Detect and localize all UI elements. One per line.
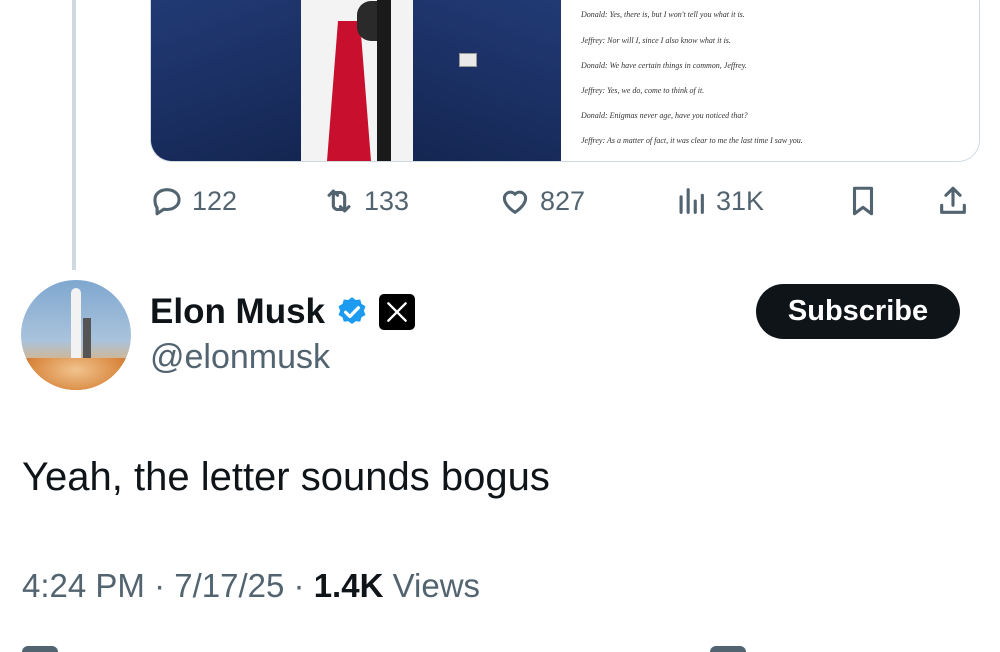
post-text: Yeah, the letter sounds bogus <box>22 455 550 499</box>
post-metadata: 4:24 PM · 7/17/25 · 1.4K Views <box>22 567 480 605</box>
reply-icon <box>153 188 181 216</box>
like-button[interactable]: 827 <box>498 178 585 224</box>
quoted-media-card[interactable]: Donald: Yes, there is, but I won't tell … <box>150 0 980 162</box>
photo-lapel-pin <box>459 53 477 67</box>
meta-separator: · <box>293 567 305 604</box>
author-handle[interactable]: @elonmusk <box>150 338 330 377</box>
quoted-post-action-bar: 122 133 827 31K <box>150 178 980 224</box>
media-letter-image[interactable]: Donald: Yes, there is, but I won't tell … <box>561 0 979 161</box>
views-button[interactable]: 31K <box>674 178 764 224</box>
share-button[interactable] <box>936 178 970 224</box>
photo-suit-left <box>151 0 301 161</box>
x-affiliate-badge-icon[interactable] <box>379 294 416 330</box>
views-count: 31K <box>716 185 765 216</box>
next-action-bar-partial <box>0 640 1000 652</box>
post-views-label: Views <box>392 567 481 604</box>
post-views-count[interactable]: 1.4K <box>314 567 384 604</box>
views-icon <box>679 188 704 214</box>
reply-button[interactable]: 122 <box>150 178 237 224</box>
letter-line: Jeffrey: Nor will I, since I also know w… <box>581 36 731 45</box>
repost-icon <box>327 189 351 213</box>
author-name[interactable]: Elon Musk <box>150 292 325 332</box>
partial-bookmark-icon <box>710 646 746 652</box>
partial-reply-icon <box>22 646 58 652</box>
avatar-exhaust-smoke <box>21 358 131 390</box>
letter-line: Jeffrey: Yes, we do, come to think of it… <box>581 86 705 95</box>
bookmark-icon <box>852 186 874 216</box>
share-icon <box>940 186 966 214</box>
photo-suit-right <box>413 0 561 161</box>
letter-line: Jeffrey: As a matter of fact, it was cle… <box>581 136 803 145</box>
like-icon <box>502 190 528 214</box>
media-photo[interactable] <box>151 0 561 161</box>
post-time[interactable]: 4:24 PM <box>22 567 145 604</box>
like-count: 827 <box>540 185 586 216</box>
repost-button[interactable]: 133 <box>322 178 409 224</box>
letter-line: Donald: Enigmas never age, have you noti… <box>581 111 748 120</box>
letter-line: Donald: We have certain things in common… <box>581 61 747 70</box>
meta-separator: · <box>154 567 166 604</box>
author-name-row: Elon Musk <box>150 290 416 334</box>
letter-line: Donald: Yes, there is, but I won't tell … <box>581 10 745 19</box>
photo-mic-stand <box>377 0 391 161</box>
repost-count: 133 <box>364 185 410 216</box>
verified-badge-icon[interactable] <box>335 295 369 329</box>
reply-count: 122 <box>192 185 238 216</box>
subscribe-button[interactable]: Subscribe <box>756 284 960 339</box>
thread-connector-line <box>72 0 76 270</box>
avatar[interactable] <box>21 280 131 390</box>
post-date[interactable]: 7/17/25 <box>174 567 284 604</box>
bookmark-button[interactable] <box>846 178 880 224</box>
